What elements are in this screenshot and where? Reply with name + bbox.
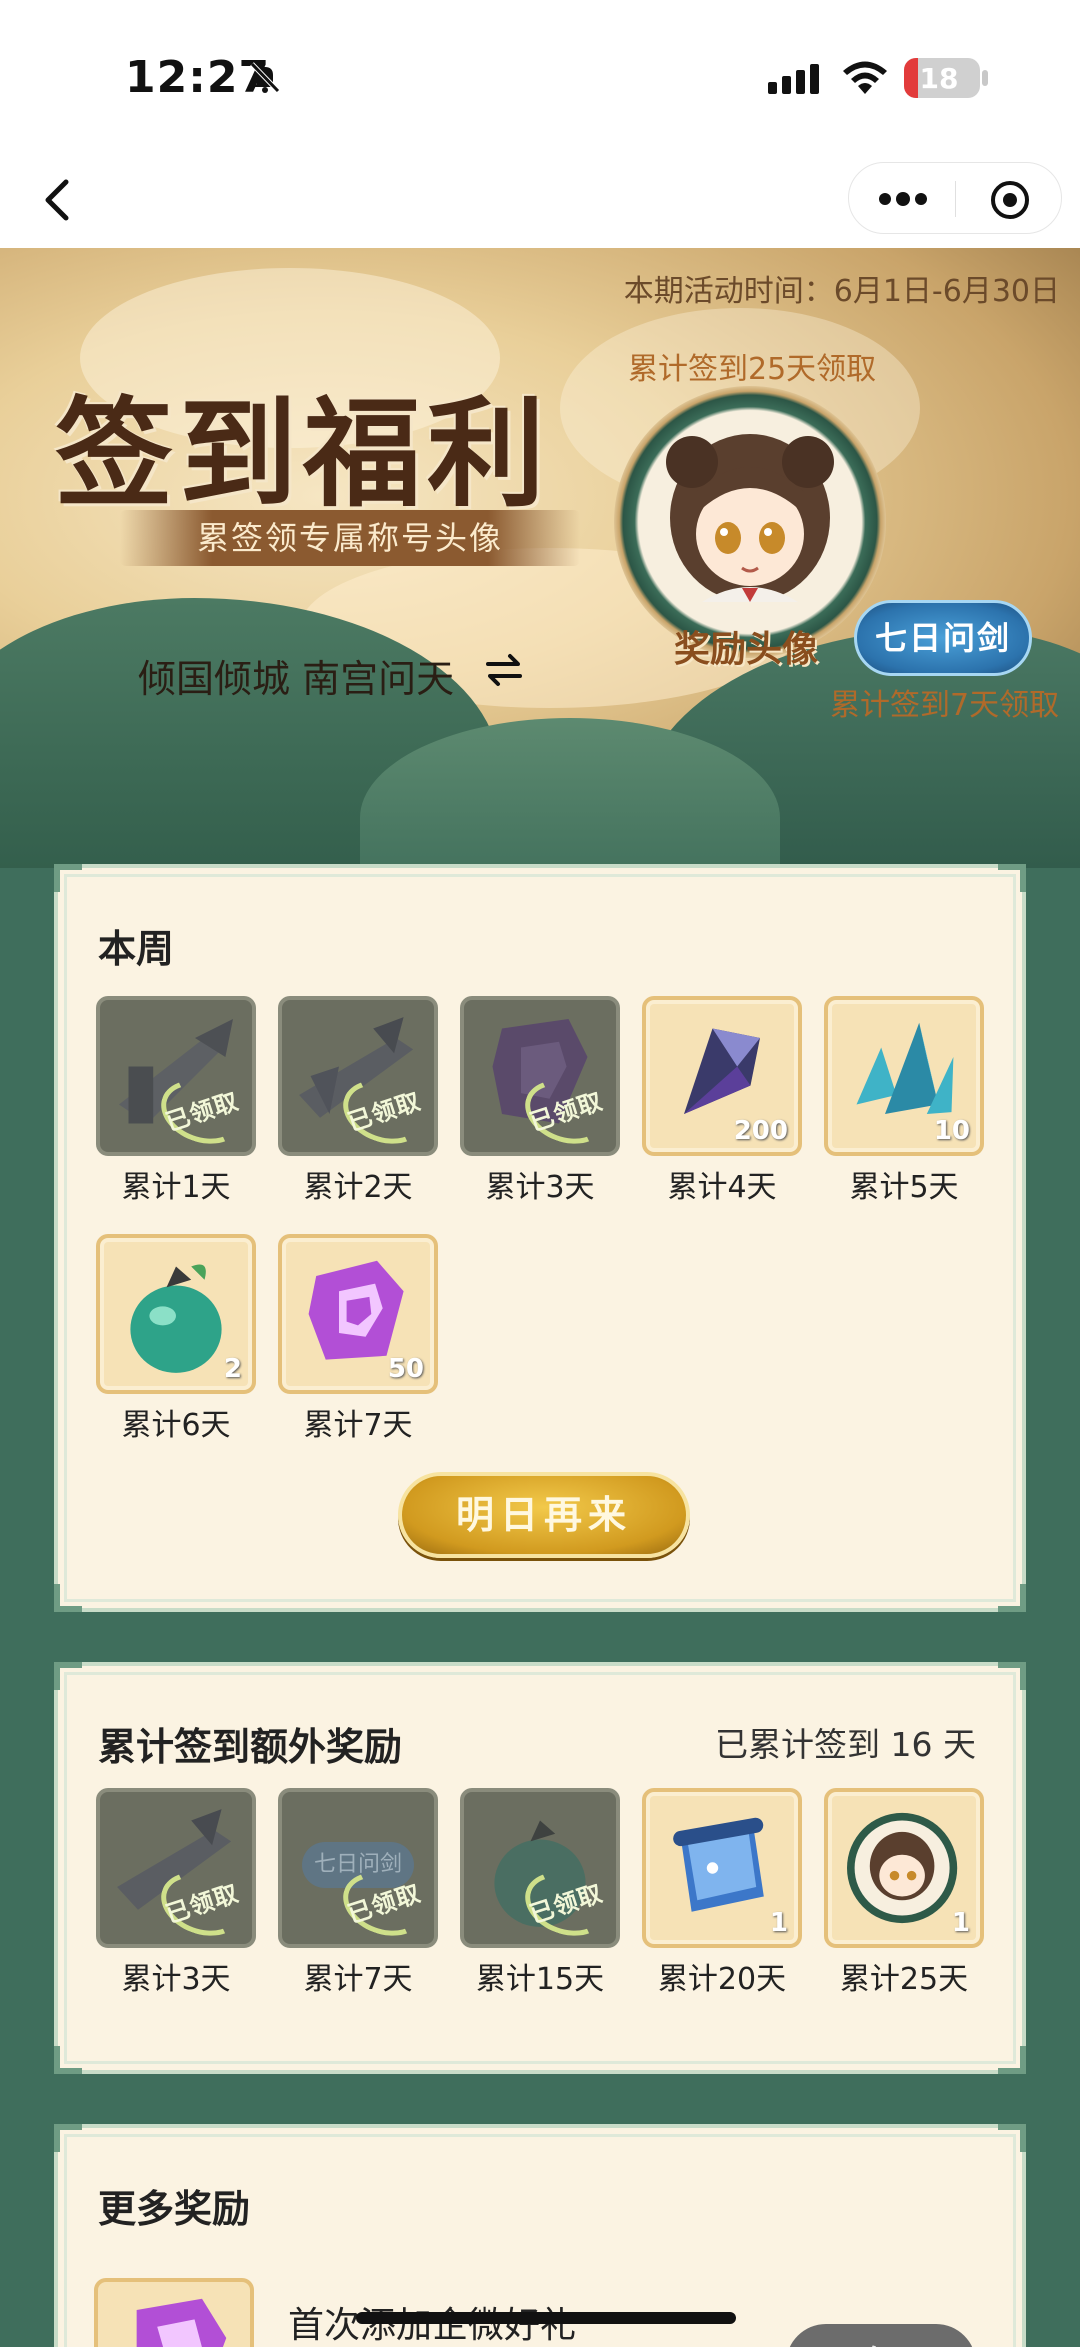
player-name: 倾国倾城 南宫问天 <box>138 657 455 701</box>
back-button[interactable] <box>34 170 84 230</box>
claimed-stamp: 已领取 <box>334 1069 434 1152</box>
reward-avatar <box>614 386 886 658</box>
title-badge: 七日问剑 <box>854 600 1032 676</box>
reward-slot-day6[interactable]: 2 累计6天 <box>96 1234 256 1444</box>
claimed-stamp: 已领取 <box>152 1861 252 1944</box>
avatar-character-icon <box>666 434 834 602</box>
come-back-tomorrow-button[interactable]: 明日再来 <box>398 1472 690 1558</box>
reward-slot-day5[interactable]: 10 累计5天 <box>824 996 984 1206</box>
more-rewards-title: 更多奖励 <box>98 2187 251 2231</box>
status-bar: 12:27 18 <box>0 0 1080 150</box>
close-target-icon[interactable] <box>989 179 1031 221</box>
activity-time: 本期活动时间：6月1日-6月30日 <box>623 274 1060 309</box>
reward-avatar-label: 奖励头像 <box>674 628 819 670</box>
battery-icon: 18 <box>904 58 980 98</box>
wecom-gift-icon <box>94 2278 254 2347</box>
this-week-card: 本周 已领取 累计1天 已领取 累计2天 已领取 累计3天 200 累计4天 1… <box>54 864 1026 1612</box>
switch-role-icon[interactable] <box>484 652 524 688</box>
reward-slot-day1[interactable]: 已领取 累计1天 <box>96 996 256 1206</box>
bell-off-icon <box>250 62 280 93</box>
extra-slot-20[interactable]: 1 累计20天 <box>642 1788 802 1998</box>
wifi-icon <box>843 61 887 94</box>
reward-slot-day4[interactable]: 200 累计4天 <box>642 996 802 1206</box>
home-indicator <box>356 2312 736 2324</box>
banner-title: 签到福利 <box>55 384 552 523</box>
sign-in-banner: 本期活动时间：6月1日-6月30日 签到福利 累签领专属称号头像 累计签到25天… <box>0 248 1080 868</box>
reward-slot-day7[interactable]: 50 累计7天 <box>278 1234 438 1444</box>
wecom-gift-claimed-button[interactable]: 已领取 <box>786 2324 976 2347</box>
claimed-stamp: 已领取 <box>334 1861 434 1944</box>
extra-rewards-title: 累计签到额外奖励 <box>98 1725 403 1769</box>
cumulative-progress: 已累计签到 16 天 <box>715 1725 976 1764</box>
claimed-stamp: 已领取 <box>516 1861 616 1944</box>
signal-icon <box>768 64 819 94</box>
cumulative-25-note: 累计签到25天领取 <box>628 352 877 387</box>
extra-slot-25[interactable]: 1 累计25天 <box>824 1788 984 1998</box>
mini-program-capsule <box>848 162 1062 234</box>
extra-slot-7[interactable]: 七日问剑 已领取 累计7天 <box>278 1788 438 1998</box>
battery-level: 18 <box>919 62 959 95</box>
this-week-title: 本周 <box>98 927 175 971</box>
extra-slot-15[interactable]: 已领取 累计15天 <box>460 1788 620 1998</box>
nav-bar <box>0 150 1080 248</box>
reward-slot-day2[interactable]: 已领取 累计2天 <box>278 996 438 1206</box>
banner-subtitle: 累签领专属称号头像 <box>120 510 580 566</box>
cumulative-7-note: 累计签到7天领取 <box>830 688 1060 723</box>
claimed-stamp: 已领取 <box>152 1069 252 1152</box>
more-menu-icon[interactable] <box>873 185 933 213</box>
reward-slot-day3[interactable]: 已领取 累计3天 <box>460 996 620 1206</box>
claimed-stamp: 已领取 <box>516 1069 616 1152</box>
cumulative-extra-card: 累计签到额外奖励 已累计签到 16 天 已领取 累计3天 七日问剑 已领取 累计… <box>54 1662 1026 2074</box>
extra-slot-3[interactable]: 已领取 累计3天 <box>96 1788 256 1998</box>
